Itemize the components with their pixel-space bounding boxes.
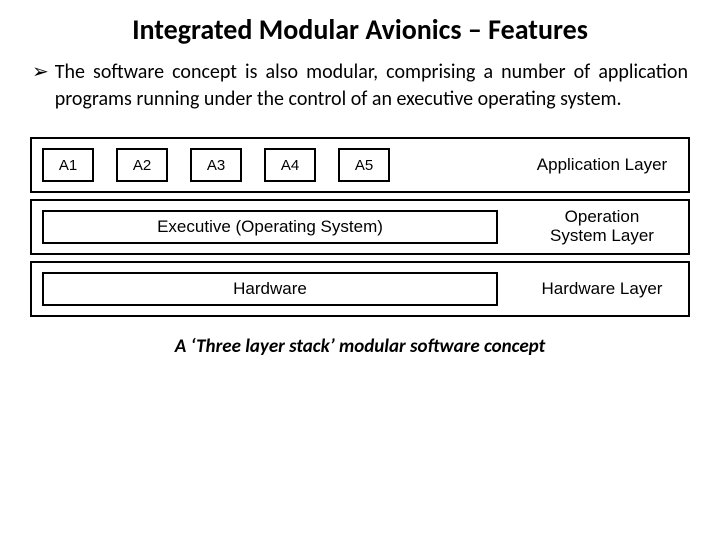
hardware-bar: Hardware: [42, 272, 498, 306]
app-box-a4: A4: [264, 148, 316, 182]
bullet-item: ➢ The software concept is also modular, …: [32, 59, 688, 113]
os-label-line1: Operation: [565, 207, 640, 226]
hardware-layer-row: Hardware Hardware Layer: [30, 261, 690, 317]
app-box-a2: A2: [116, 148, 168, 182]
operating-system-layer-label: Operation System Layer: [516, 208, 688, 245]
bullet-text: The software concept is also modular, co…: [55, 59, 688, 113]
application-layer-label: Application Layer: [516, 156, 688, 175]
diagram-caption: A ‘Three layer stack’ modular software c…: [28, 335, 692, 358]
hardware-layer-label: Hardware Layer: [516, 280, 688, 299]
hw-bar-area: Hardware: [32, 263, 516, 315]
os-label-line2: System Layer: [550, 226, 654, 245]
executive-os-bar: Executive (Operating System): [42, 210, 498, 244]
bullet-arrow-icon: ➢: [32, 59, 49, 86]
application-boxes: A1 A2 A3 A4 A5: [32, 139, 516, 191]
application-layer-row: A1 A2 A3 A4 A5 Application Layer: [30, 137, 690, 193]
three-layer-diagram: A1 A2 A3 A4 A5 Application Layer Executi…: [30, 137, 690, 317]
app-box-a3: A3: [190, 148, 242, 182]
app-box-a1: A1: [42, 148, 94, 182]
slide: Integrated Modular Avionics – Features ➢…: [0, 0, 720, 358]
page-title: Integrated Modular Avionics – Features: [52, 12, 668, 47]
operating-system-layer-row: Executive (Operating System) Operation S…: [30, 199, 690, 255]
app-box-a5: A5: [338, 148, 390, 182]
exec-bar-area: Executive (Operating System): [32, 201, 516, 253]
